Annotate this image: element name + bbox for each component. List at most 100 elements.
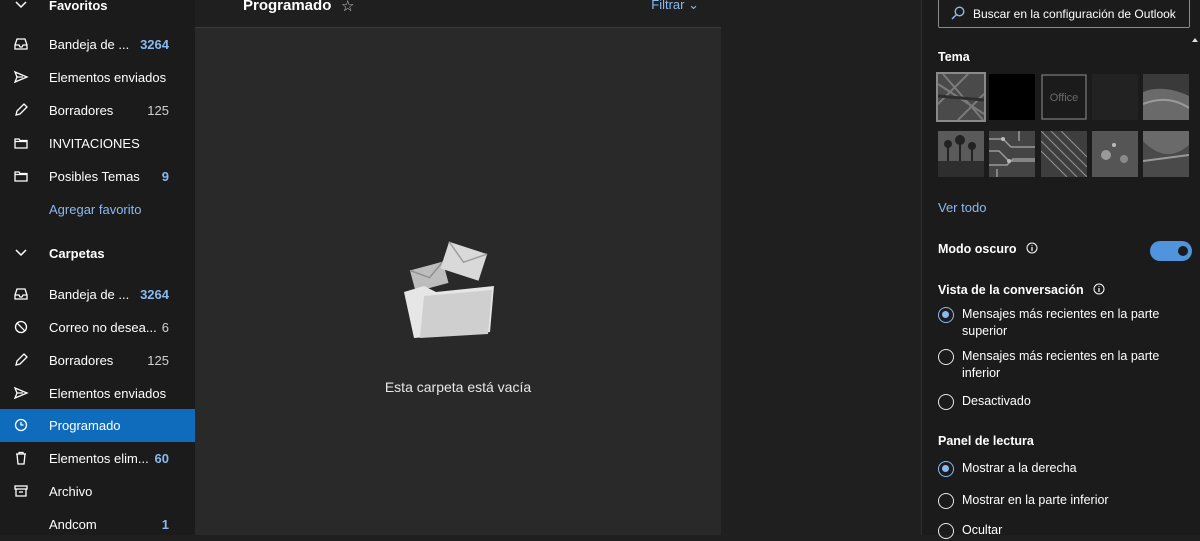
folder-pane: Favoritos Bandeja de ... 3264 Elementos … [0, 0, 195, 535]
radio-button[interactable] [938, 523, 954, 539]
favorite-item-sent[interactable]: Elementos enviados [0, 61, 195, 94]
reading-pane-title: Panel de lectura [938, 434, 1034, 448]
search-placeholder: Buscar en la configuración de Outlook [973, 7, 1176, 21]
folder-item-label: Programado [49, 418, 121, 433]
favorites-header[interactable]: Favoritos [0, 0, 195, 22]
folder-item-label: Borradores [49, 353, 114, 368]
item-count: 125 [147, 103, 169, 118]
info-icon[interactable] [1026, 242, 1038, 254]
folder-item-label: Archivo [49, 484, 93, 499]
radio-label: Mensajes más recientes en la parte super… [962, 307, 1160, 338]
item-count: 6 [161, 320, 169, 335]
unread-count: 60 [154, 451, 169, 466]
theme-thumb-texture[interactable] [936, 72, 986, 122]
search-icon [951, 6, 965, 20]
filter-label: Filtrar [651, 0, 685, 12]
folder-icon [13, 168, 29, 184]
favorite-item-label: Bandeja de ... [49, 37, 130, 52]
folder-item-label: Bandeja de ... [49, 287, 130, 302]
scroll-up-icon[interactable] [1191, 36, 1199, 44]
quick-settings-panel: Buscar en la configuración de Outlook Te… [921, 0, 1200, 539]
folder-item-scheduled[interactable]: Programado [0, 409, 195, 442]
archive-icon [13, 483, 29, 499]
folder-item-andcom[interactable]: Andcom 1 [0, 508, 195, 541]
clock-icon [13, 417, 29, 433]
radio-label: Mostrar en la parte inferior [962, 493, 1109, 507]
folder-title: Programado [243, 0, 332, 14]
radio-label: Mensajes más recientes en la parte infer… [962, 349, 1160, 380]
blocked-icon [13, 319, 29, 335]
favorite-item-label: Posibles Temas [49, 169, 140, 184]
theme-title: Tema [938, 50, 970, 64]
theme-thumb-landscape[interactable] [1143, 74, 1189, 120]
info-icon[interactable] [1093, 283, 1105, 295]
radio-label: Ocultar [962, 523, 1003, 537]
settings-search-input[interactable]: Buscar en la configuración de Outlook [938, 0, 1190, 28]
folder-item-junk[interactable]: Correo no desea... 6 [0, 311, 195, 344]
message-list-pane: Programado ☆ Filtrar ⌄ Esta carpeta está… [195, 0, 721, 535]
favorite-item-label: Borradores [49, 103, 114, 118]
chevron-down-icon: ⌄ [688, 0, 699, 12]
folder-item-label: Elementos elim... [49, 451, 149, 466]
radio-button[interactable] [938, 493, 954, 509]
favorite-item-invitaciones[interactable]: INVITACIONES [0, 127, 195, 160]
favorite-item-posibles-temas[interactable]: Posibles Temas 9 [0, 160, 195, 193]
favorite-item-label: INVITACIONES [49, 136, 140, 151]
favorite-item-inbox[interactable]: Bandeja de ... 3264 [0, 28, 195, 61]
radio-button[interactable] [938, 461, 954, 477]
chevron-down-icon [13, 0, 29, 13]
send-icon [13, 69, 29, 85]
folders-header[interactable]: Carpetas [0, 237, 195, 270]
trash-icon [13, 450, 29, 466]
folder-icon [13, 135, 29, 151]
theme-thumb-circuit[interactable] [989, 131, 1035, 177]
folder-item-drafts[interactable]: Borradores 125 [0, 344, 195, 377]
radio-button[interactable] [938, 394, 954, 410]
theme-thumb-dark[interactable] [1092, 74, 1138, 120]
add-favorite-link[interactable]: Agregar favorito [0, 193, 195, 226]
folders-header-label: Carpetas [49, 246, 105, 261]
folder-item-inbox[interactable]: Bandeja de ... 3264 [0, 278, 195, 311]
folder-item-deleted[interactable]: Elementos elim... 60 [0, 442, 195, 475]
unread-count: 9 [161, 169, 169, 184]
radio-label: Mostrar a la derecha [962, 461, 1077, 475]
see-all-themes-link[interactable]: Ver todo [938, 200, 986, 215]
conversation-view-label: Vista de la conversación [938, 283, 1084, 297]
radio-button[interactable] [938, 307, 954, 323]
radio-label: Desactivado [962, 394, 1031, 408]
pencil-icon [13, 102, 29, 118]
folder-item-archive[interactable]: Archivo [0, 475, 195, 508]
office-theme-label: Office [1050, 92, 1079, 104]
item-count: 125 [147, 353, 169, 368]
send-icon [13, 385, 29, 401]
favorites-header-label: Favoritos [49, 0, 108, 13]
filter-button[interactable]: Filtrar ⌄ [651, 0, 699, 13]
add-favorite-label: Agregar favorito [49, 202, 142, 217]
theme-thumb-black[interactable] [989, 74, 1035, 120]
dark-mode-label: Modo oscuro [938, 242, 1017, 256]
folder-item-label: Elementos enviados [49, 386, 167, 401]
favorite-item-drafts[interactable]: Borradores 125 [0, 94, 195, 127]
inbox-icon [13, 286, 29, 302]
folder-item-sent[interactable]: Elementos enviados [0, 377, 195, 410]
dark-mode-toggle[interactable] [1150, 241, 1192, 261]
unread-count: 3264 [140, 37, 169, 52]
reading-pane-area [721, 0, 921, 535]
theme-thumb-palms[interactable] [938, 131, 984, 177]
empty-folder-illustration [404, 241, 494, 338]
theme-thumb-office[interactable]: Office [1041, 74, 1087, 120]
favorite-star-icon[interactable]: ☆ [341, 0, 354, 15]
unread-count: 1 [161, 517, 169, 532]
chevron-down-icon [13, 245, 29, 261]
conversation-view-row: Vista de la conversación [938, 283, 1105, 297]
theme-thumb-lines[interactable] [1041, 131, 1087, 177]
folder-item-label: Correo no desea... [49, 320, 157, 335]
theme-thumb-bokeh[interactable] [1092, 131, 1138, 177]
radio-button[interactable] [938, 349, 954, 365]
pencil-icon [13, 352, 29, 368]
message-list-header: Programado ☆ Filtrar ⌄ [195, 0, 721, 28]
theme-thumb-waves[interactable] [1143, 131, 1189, 177]
folder-item-label: Andcom [49, 517, 97, 532]
empty-folder-message: Esta carpeta está vacía [384, 379, 532, 395]
unread-count: 3264 [140, 287, 169, 302]
